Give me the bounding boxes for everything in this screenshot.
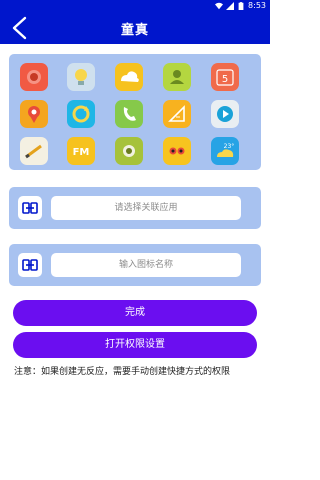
camera-app-icon[interactable] <box>115 137 143 165</box>
bulb-app-icon[interactable] <box>67 63 95 91</box>
pencil-app-icon[interactable] <box>20 137 48 165</box>
done-button[interactable]: 完成 <box>13 300 257 326</box>
icon-grid: 5 FM 23° <box>9 54 261 170</box>
wifi-icon <box>215 2 224 10</box>
link-chip <box>18 253 42 277</box>
app-select-panel <box>9 187 261 229</box>
signal-icon <box>226 2 235 10</box>
red-target-app-icon[interactable] <box>20 63 48 91</box>
status-time: 8:53 <box>248 1 266 10</box>
video-play-app-icon[interactable] <box>211 100 239 128</box>
contact-app-icon[interactable] <box>163 63 191 91</box>
svg-text:5: 5 <box>222 74 228 85</box>
phone-app-icon[interactable] <box>115 100 143 128</box>
svg-text:FM: FM <box>73 147 90 158</box>
calendar-5-app-icon[interactable]: 5 <box>211 63 239 91</box>
status-bar: 8:53 <box>0 0 270 12</box>
svg-text:23°: 23° <box>224 143 235 150</box>
app-select-field[interactable] <box>51 196 241 220</box>
link-chip <box>18 196 42 220</box>
weather-23-app-icon[interactable]: 23° <box>211 137 239 165</box>
battery-icon <box>238 2 244 10</box>
permissions-button[interactable]: 打开权限设置 <box>13 332 257 358</box>
cloud-weather-app-icon[interactable] <box>115 63 143 91</box>
page-title: 童真 <box>120 23 149 38</box>
link-icon <box>22 259 38 271</box>
link-icon <box>22 202 38 214</box>
note-text: 注意：如果创建无反应，需要手动创建快捷方式的权限 <box>14 367 231 377</box>
map-pin-app-icon[interactable] <box>20 100 48 128</box>
icon-name-panel <box>9 244 261 286</box>
eyes-app-icon[interactable] <box>163 137 191 165</box>
refresh-app-icon[interactable] <box>67 100 95 128</box>
app-bar: 童真 <box>0 12 270 44</box>
icon-name-field[interactable] <box>51 253 241 277</box>
ruler-app-icon[interactable] <box>163 100 191 128</box>
fm-radio-app-icon[interactable]: FM <box>67 137 95 165</box>
